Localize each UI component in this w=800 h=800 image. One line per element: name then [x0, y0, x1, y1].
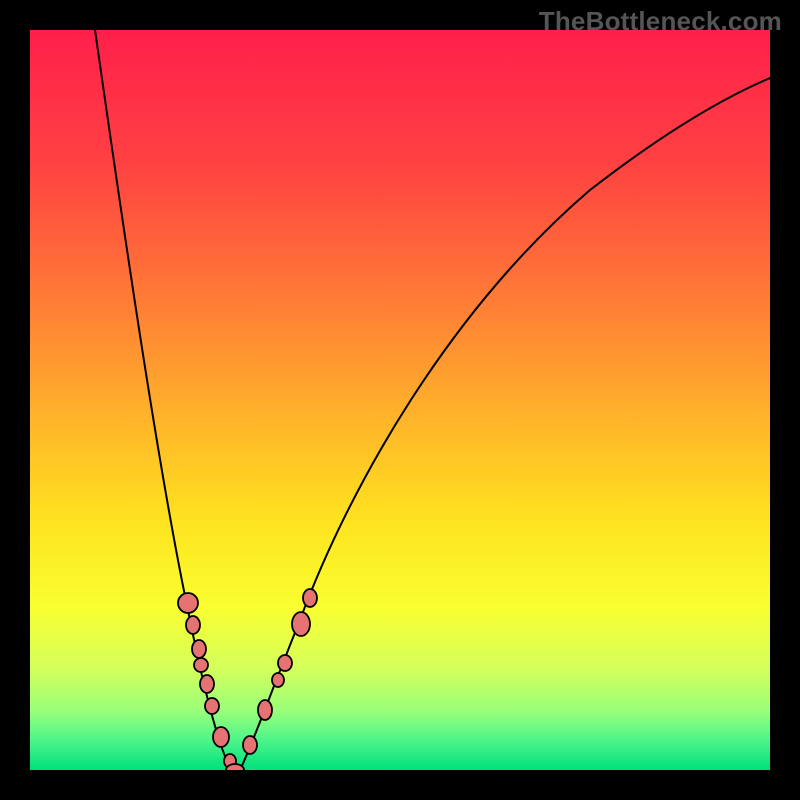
data-point-marker [272, 673, 284, 687]
data-point-marker [194, 658, 208, 672]
marker-layer [178, 589, 317, 770]
data-point-marker [178, 593, 198, 613]
bottleneck-curve-left [95, 30, 233, 770]
data-point-marker [192, 640, 206, 658]
data-point-marker [205, 698, 219, 714]
data-point-marker [278, 655, 292, 671]
data-point-marker [213, 727, 229, 747]
plot-area [30, 30, 770, 770]
data-point-marker [243, 736, 257, 754]
data-point-marker [303, 589, 317, 607]
curve-layer [30, 30, 770, 770]
data-point-marker [186, 616, 200, 634]
data-point-marker [226, 764, 244, 770]
data-point-marker [258, 700, 272, 720]
chart-frame: TheBottleneck.com [0, 0, 800, 800]
watermark-text: TheBottleneck.com [539, 6, 782, 37]
data-point-marker [292, 612, 310, 636]
data-point-marker [200, 675, 214, 693]
bottleneck-curve-right [240, 78, 770, 770]
